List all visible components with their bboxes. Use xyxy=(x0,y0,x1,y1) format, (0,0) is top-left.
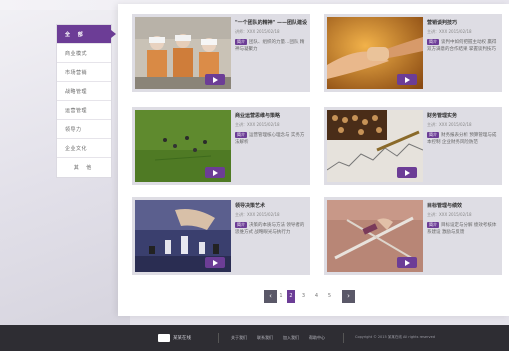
course-thumbnail[interactable] xyxy=(327,17,423,89)
course-info: 营销谈判技巧 主讲：XXX 2015/02/18 简介 谈判中如何把握主动权 赢得… xyxy=(427,20,499,53)
play-button[interactable] xyxy=(397,257,417,268)
footer-divider xyxy=(218,333,219,343)
course-card[interactable]: 领导决策艺术 主讲：XXX 2015/02/18 简介 决策的本质与方法 领导者的… xyxy=(132,197,310,275)
prev-page-button[interactable]: ‹ xyxy=(264,289,277,303)
pagination: ‹ 1 2 3 4 5 › xyxy=(264,289,355,303)
sidebar-item-strategy[interactable]: 战略管理 xyxy=(57,82,111,101)
course-title[interactable]: "一个团队的精神" ——团队建设 xyxy=(235,20,307,27)
intro-tag: 简介 xyxy=(235,222,247,228)
footer-logo-text: 某某在线 xyxy=(173,336,191,341)
course-info: 财务管理实务 主讲：XXX 2015/02/18 简介 财务报表分析 预算管理与成… xyxy=(427,113,499,146)
page-link-4[interactable]: 4 xyxy=(310,290,323,303)
course-info: "一个团队的精神" ——团队建设 讲师：XXX 2015/02/18 简介 团队、… xyxy=(235,20,307,53)
course-thumbnail[interactable] xyxy=(135,110,231,182)
course-thumbnail[interactable] xyxy=(135,200,231,272)
course-description: 简介 决策的本质与方法 领导者的思维方式 战略眼光与执行力 xyxy=(235,222,307,236)
sidebar-item-marketing[interactable]: 市场营销 xyxy=(57,63,111,82)
sidebar-item-other[interactable]: 其 他 xyxy=(57,158,111,177)
sidebar-item-all[interactable]: 全 部 xyxy=(57,25,116,44)
category-sidebar: 全 部 商业模式 市场营销 战略管理 运营管理 领导力 企业文化 其 他 xyxy=(56,24,116,178)
intro-tag: 简介 xyxy=(427,222,439,228)
footer-copyright: Copyright © 2015 某某在线 All rights reserve… xyxy=(355,335,435,339)
course-title[interactable]: 领导决策艺术 xyxy=(235,203,307,210)
intro-tag: 简介 xyxy=(235,132,247,138)
intro-tag: 简介 xyxy=(427,39,439,45)
play-button[interactable] xyxy=(205,74,225,85)
footer-link[interactable]: 联系我们 xyxy=(257,335,273,341)
play-button[interactable] xyxy=(397,74,417,85)
course-card[interactable]: 目标管理与绩效 主讲：XXX 2015/02/18 简介 目标设定与分解 绩效考核… xyxy=(324,197,502,275)
footer-link[interactable]: 关于我们 xyxy=(231,335,247,341)
course-title[interactable]: 商业运营思维与策略 xyxy=(235,113,307,120)
course-description: 简介 谈判中如何把握主动权 赢得双方满意的合作结果 掌握谈判技巧 xyxy=(427,39,499,53)
course-title[interactable]: 营销谈判技巧 xyxy=(427,20,499,27)
course-description: 简介 目标设定与分解 绩效考核体系建设 激励与反馈 xyxy=(427,222,499,236)
play-button[interactable] xyxy=(397,167,417,178)
course-thumbnail[interactable] xyxy=(327,200,423,272)
footer-link[interactable]: 加入我们 xyxy=(283,335,299,341)
course-thumbnail[interactable] xyxy=(135,17,231,89)
page-link-1[interactable]: 1 xyxy=(277,290,285,303)
course-meta: 主讲：XXX 2015/02/18 xyxy=(235,212,280,217)
course-meta: 主讲：XXX 2015/02/18 xyxy=(427,122,472,127)
sidebar-item-culture[interactable]: 企业文化 xyxy=(57,139,111,158)
course-card[interactable]: 营销谈判技巧 主讲：XXX 2015/02/18 简介 谈判中如何把握主动权 赢得… xyxy=(324,14,502,92)
next-page-button[interactable]: › xyxy=(342,289,355,303)
page-link-5[interactable]: 5 xyxy=(323,290,336,303)
course-info: 目标管理与绩效 主讲：XXX 2015/02/18 简介 目标设定与分解 绩效考核… xyxy=(427,203,499,236)
course-description: 简介 团队、组织的力量…团队 精神与凝聚力 xyxy=(235,39,307,53)
sidebar-item-operations[interactable]: 运营管理 xyxy=(57,101,111,120)
course-card[interactable]: 商业运营思维与策略 主讲：XXX 2015/02/18 简介 运营管理核心理念与 … xyxy=(132,107,310,185)
course-panel: "一个团队的精神" ——团队建设 讲师：XXX 2015/02/18 简介 团队、… xyxy=(118,4,509,316)
footer-link[interactable]: 帮助中心 xyxy=(309,335,325,341)
course-title[interactable]: 财务管理实务 xyxy=(427,113,499,120)
course-description: 简介 运营管理核心理念与 实务方法解析 xyxy=(235,132,307,146)
intro-tag: 简介 xyxy=(235,39,247,45)
course-info: 商业运营思维与策略 主讲：XXX 2015/02/18 简介 运营管理核心理念与 … xyxy=(235,113,307,146)
course-meta: 主讲：XXX 2015/02/18 xyxy=(427,212,472,217)
course-description: 简介 财务报表分析 预算管理与成本控制 企业财务风险防范 xyxy=(427,132,499,146)
sidebar-item-leadership[interactable]: 领导力 xyxy=(57,120,111,139)
course-meta: 讲师：XXX 2015/02/18 xyxy=(235,29,280,34)
course-info: 领导决策艺术 主讲：XXX 2015/02/18 简介 决策的本质与方法 领导者的… xyxy=(235,203,307,236)
page-link-3[interactable]: 3 xyxy=(297,290,310,303)
play-button[interactable] xyxy=(205,257,225,268)
site-footer: 某某在线 关于我们 联系我们 加入我们 帮助中心 Copyright © 201… xyxy=(0,325,509,351)
sidebar-item-business-model[interactable]: 商业模式 xyxy=(57,44,111,63)
course-meta: 主讲：XXX 2015/02/18 xyxy=(235,122,280,127)
footer-logo-icon[interactable] xyxy=(158,334,170,342)
intro-tag: 简介 xyxy=(427,132,439,138)
course-title[interactable]: 目标管理与绩效 xyxy=(427,203,499,210)
footer-links: 关于我们 联系我们 加入我们 帮助中心 xyxy=(231,335,335,341)
course-card[interactable]: 财务管理实务 主讲：XXX 2015/02/18 简介 财务报表分析 预算管理与成… xyxy=(324,107,502,185)
footer-divider xyxy=(343,333,344,343)
course-meta: 主讲：XXX 2015/02/18 xyxy=(427,29,472,34)
page-link-2[interactable]: 2 xyxy=(287,289,295,303)
course-thumbnail[interactable] xyxy=(327,110,423,182)
play-button[interactable] xyxy=(205,167,225,178)
course-card[interactable]: "一个团队的精神" ——团队建设 讲师：XXX 2015/02/18 简介 团队、… xyxy=(132,14,310,92)
